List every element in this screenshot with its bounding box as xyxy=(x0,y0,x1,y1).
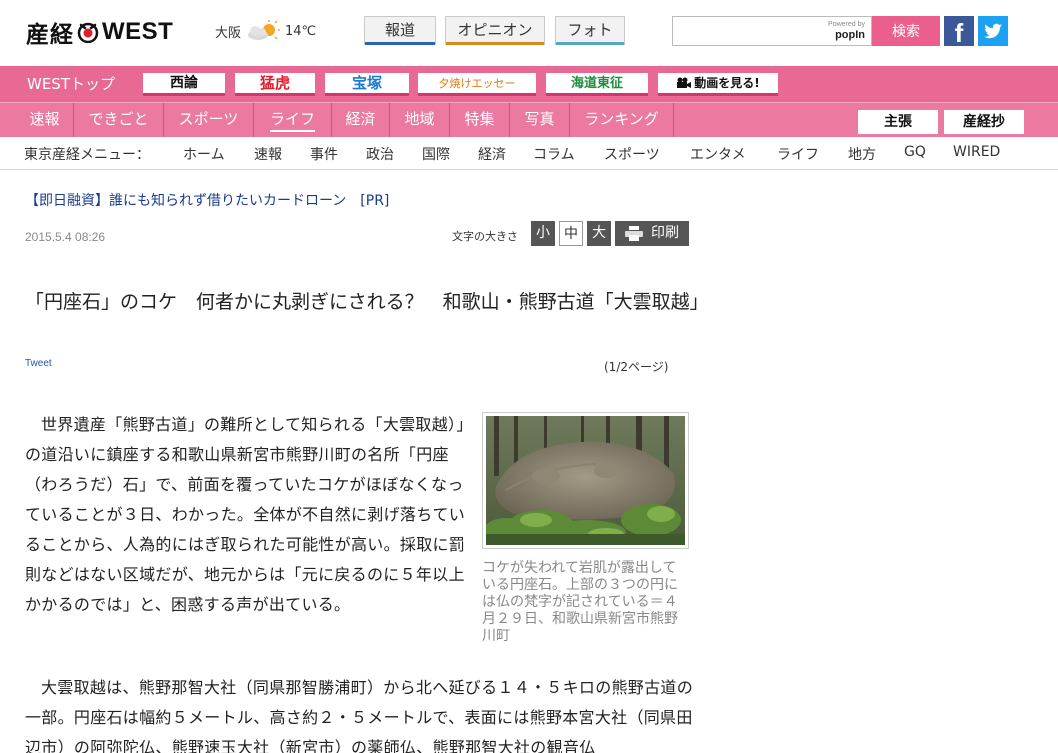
pr-ad-link[interactable]: 【即日融資】誰にも知られず借りたいカードローン [PR] xyxy=(25,190,389,210)
enzaishi-rock-image xyxy=(486,416,685,545)
sankei-logo-icon xyxy=(77,22,99,43)
page-indicator: (1/2ページ) xyxy=(604,360,669,374)
print-button[interactable]: 印刷 xyxy=(615,221,689,246)
sun-cloud-icon xyxy=(248,20,281,40)
article-paragraph-1: 世界遺産「熊野古道」の難所として知られる「大雲取越）」の道沿いに鎮座する和歌山県… xyxy=(25,415,466,614)
nav-item-life[interactable]: ライフ xyxy=(254,103,332,138)
main-nav: WESTトップ 西論 猛虎 宝塚 夕焼けエッセー 海道東征 動画を見る! 速報 … xyxy=(0,66,1058,138)
nav-item-label: ランキング xyxy=(584,110,659,128)
weather-temperature: 14℃ xyxy=(285,23,317,39)
font-size-large-button[interactable]: 大 xyxy=(587,221,611,246)
tokyo-sankei-menu: 東京産経メニュー： ホーム 速報 事件 政治 国際 経済 コラム スポーツ エン… xyxy=(0,137,1058,170)
tag-shucho[interactable]: 主張 xyxy=(858,110,938,134)
nav-item-dekigoto[interactable]: できごと xyxy=(74,103,164,138)
tag-video[interactable]: 動画を見る! xyxy=(658,73,778,96)
article-date: 2015.5.4 08:26 xyxy=(25,230,106,244)
nav-row-categories: 速報 できごと スポーツ ライフ 経済 地域 特集 写真 ランキング 主張 産経… xyxy=(0,102,1058,138)
nav-item-shashin[interactable]: 写真 xyxy=(510,103,570,138)
font-size-label: 文字の大きさ xyxy=(452,230,518,243)
search-input[interactable]: Powered by popIn xyxy=(672,16,872,46)
nav-item-label: ライフ xyxy=(269,110,315,132)
nav-item-tokushu[interactable]: 特集 xyxy=(450,103,510,138)
popin-badge: Powered by popIn xyxy=(828,21,865,41)
article-paragraph-2: 大雲取越は、熊野那智大社（同県那智勝浦町）から北へ延びる１４・５キロの熊野古道の… xyxy=(25,678,694,753)
nav-item-label: 地域 xyxy=(404,110,435,128)
site-header: 産経 WEST 大阪 14℃ 報道 オピニオン フォト Powered by p… xyxy=(0,0,1058,66)
nav-item-label: 速報 xyxy=(29,110,60,128)
search-button[interactable]: 検索 xyxy=(872,16,940,46)
photo-button[interactable]: フォト xyxy=(555,16,625,45)
printer-icon xyxy=(625,226,643,241)
tokyo-menu-item-keizai[interactable]: 経済 xyxy=(478,144,506,164)
tokyo-menu-item-gq[interactable]: GQ xyxy=(904,144,926,160)
article-photo[interactable] xyxy=(482,412,689,549)
tokyo-menu-item-chiho[interactable]: 地方 xyxy=(848,144,876,164)
tokyo-menu-item-life[interactable]: ライフ xyxy=(777,144,819,164)
font-size-small-button[interactable]: 小 xyxy=(531,221,555,246)
weather-widget: 大阪 14℃ xyxy=(215,20,316,42)
tag-kaido-tosei[interactable]: 海道東征 xyxy=(546,73,648,96)
tokyo-menu-item-wired[interactable]: WIRED xyxy=(953,144,1000,160)
article-headline: 「円座石」のコケ 何者かに丸剥ぎにされる？ 和歌山・熊野古道「大雲取越」 xyxy=(25,291,709,313)
tokyo-menu-item-kokusai[interactable]: 国際 xyxy=(422,144,450,164)
tokyo-menu-item-entame[interactable]: エンタメ xyxy=(690,144,746,164)
nav-item-keizai[interactable]: 経済 xyxy=(332,103,390,138)
nav-item-ranking[interactable]: ランキング xyxy=(570,103,674,138)
facebook-icon[interactable]: f xyxy=(944,16,974,48)
tag-moko[interactable]: 猛虎 xyxy=(235,73,315,96)
site-logo[interactable]: 産経 WEST xyxy=(26,18,174,48)
tokyo-menu-item-home[interactable]: ホーム xyxy=(183,144,225,164)
west-top-link[interactable]: WESTトップ xyxy=(16,66,126,100)
tokyo-menu-item-sokuho[interactable]: 速報 xyxy=(254,144,282,164)
logo-west-text: WEST xyxy=(102,18,174,45)
tag-sankeisho[interactable]: 産経抄 xyxy=(944,110,1024,134)
tokyo-menu-label: 東京産経メニュー： xyxy=(24,147,150,163)
tokyo-menu-item-sports[interactable]: スポーツ xyxy=(604,144,660,164)
photo-caption: コケが失われて岩肌が露出している円座石。上部の３つの円には仏の梵字が記されている… xyxy=(482,560,678,644)
twitter-icon[interactable] xyxy=(978,16,1008,46)
twitter-bird-icon xyxy=(984,23,1002,39)
nav-item-label: 経済 xyxy=(345,110,376,128)
nav-item-label: 写真 xyxy=(524,110,555,128)
powered-by-label: Powered by xyxy=(828,21,865,28)
nav-item-label: スポーツ xyxy=(178,110,239,128)
nav-item-chiiki[interactable]: 地域 xyxy=(390,103,450,138)
tag-takarazuka[interactable]: 宝塚 xyxy=(325,73,409,96)
nav-item-label: できごと xyxy=(88,110,149,128)
tag-yuyake-essay[interactable]: 夕焼けエッセー xyxy=(418,73,536,96)
nav-item-label: 特集 xyxy=(464,110,495,128)
video-camera-icon xyxy=(677,77,692,88)
print-label: 印刷 xyxy=(651,225,679,241)
tokyo-menu-item-seiji[interactable]: 政治 xyxy=(366,144,394,164)
nav-item-sports[interactable]: スポーツ xyxy=(164,103,254,138)
tokyo-menu-item-jiken[interactable]: 事件 xyxy=(310,144,338,164)
news-button[interactable]: 報道 xyxy=(364,16,436,45)
tag-seiron[interactable]: 西論 xyxy=(143,73,225,96)
popin-logo-text: popIn xyxy=(835,29,865,41)
opinion-button[interactable]: オピニオン xyxy=(445,16,545,45)
tag-video-label: 動画を見る! xyxy=(694,76,760,90)
tweet-link[interactable]: Tweet xyxy=(25,358,52,369)
font-size-medium-button[interactable]: 中 xyxy=(559,221,583,246)
logo-sankei-text: 産経 xyxy=(26,21,74,48)
nav-item-sokuho[interactable]: 速報 xyxy=(16,103,74,138)
tokyo-menu-item-column[interactable]: コラム xyxy=(533,144,575,164)
nav-row-tags: WESTトップ 西論 猛虎 宝塚 夕焼けエッセー 海道東征 動画を見る! xyxy=(0,66,1058,100)
weather-city: 大阪 xyxy=(215,25,242,41)
